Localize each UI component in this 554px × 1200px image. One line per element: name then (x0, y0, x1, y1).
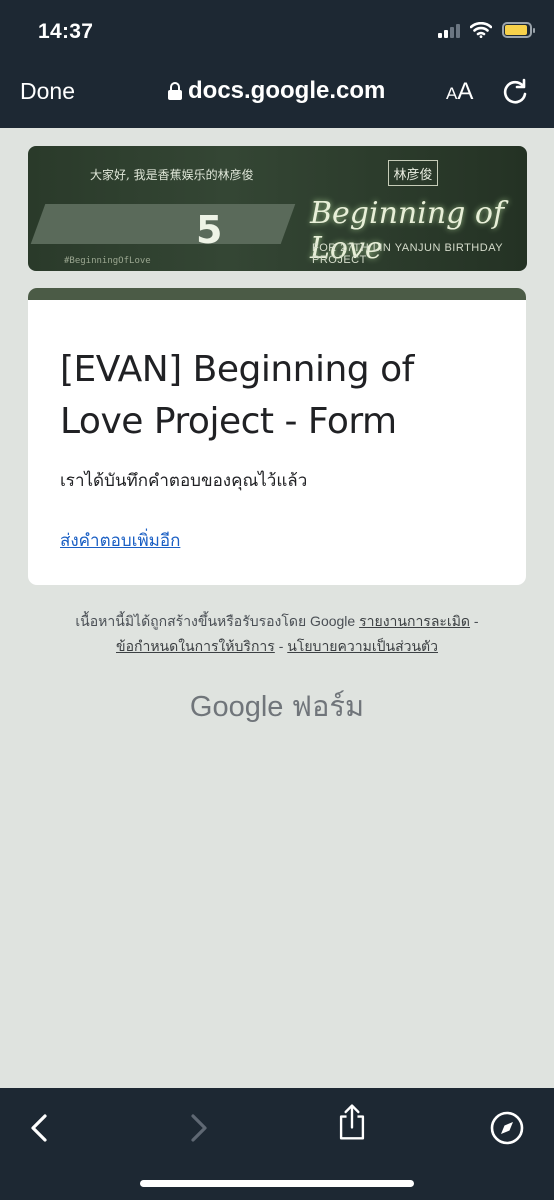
form-footer: เนื้อหานี้มิได้ถูกสร้างขึ้นหรือรับรองโดย… (75, 613, 479, 654)
form-response-card: [EVAN] Beginning of Love Project - Form … (28, 288, 526, 585)
share-icon[interactable] (332, 1102, 372, 1142)
banner-number: 5 (196, 208, 223, 252)
browser-top-bar: 14:37 Done docs.google.com AA (0, 0, 554, 128)
wifi-icon (470, 22, 492, 38)
confirmation-message: เราได้บันทึกคำตอบของคุณไว้แล้ว (60, 471, 308, 490)
home-indicator (140, 1180, 414, 1187)
footer-disclaimer: เนื้อหานี้มิได้ถูกสร้างขึ้นหรือรับรองโดย… (75, 613, 356, 629)
banner-chinese-text: 大家好, 我是香蕉娱乐的林彦俊 (90, 168, 254, 182)
report-abuse-link[interactable]: รายงานการละเมิด (359, 613, 470, 629)
browser-toolbar: Done docs.google.com AA (0, 64, 554, 120)
done-button[interactable]: Done (20, 78, 75, 105)
status-icons (438, 22, 535, 38)
banner-logo: 林彦俊 (388, 160, 438, 186)
form-title: [EVAN] Beginning of Love Project - Form (60, 349, 414, 442)
reader-text-size-button[interactable]: AA (446, 78, 473, 106)
banner-runway (30, 204, 296, 244)
google-forms-logo[interactable]: Google ฟอร์ม (0, 683, 554, 729)
status-time: 14:37 (38, 20, 94, 43)
url-text: docs.google.com (188, 77, 386, 104)
card-accent-bar (28, 288, 526, 300)
battery-icon (502, 22, 535, 38)
privacy-policy-link[interactable]: นโยบายความเป็นส่วนตัว (287, 638, 438, 654)
reload-icon[interactable] (500, 78, 530, 108)
submit-another-response-link[interactable]: ส่งคำตอบเพิ่มอีก (60, 527, 180, 554)
terms-of-service-link[interactable]: ข้อกำหนดในการให้บริการ (116, 638, 275, 654)
address-bar[interactable]: docs.google.com (168, 77, 385, 105)
banner-hashtag: #BeginningOfLove (64, 256, 151, 266)
status-bar: 14:37 (0, 0, 554, 62)
signal-icon (438, 22, 460, 38)
forward-arrow-icon[interactable] (178, 1108, 218, 1148)
compass-icon[interactable] (487, 1108, 527, 1148)
banner-subtitle: FOR 27TH LIN YANJUN BIRTHDAY PROJECT (312, 242, 503, 266)
lock-icon (168, 82, 182, 100)
form-header-banner: 5 大家好, 我是香蕉娱乐的林彦俊 林彦俊 Beginning of Love … (28, 146, 527, 271)
back-arrow-icon[interactable] (20, 1108, 60, 1148)
